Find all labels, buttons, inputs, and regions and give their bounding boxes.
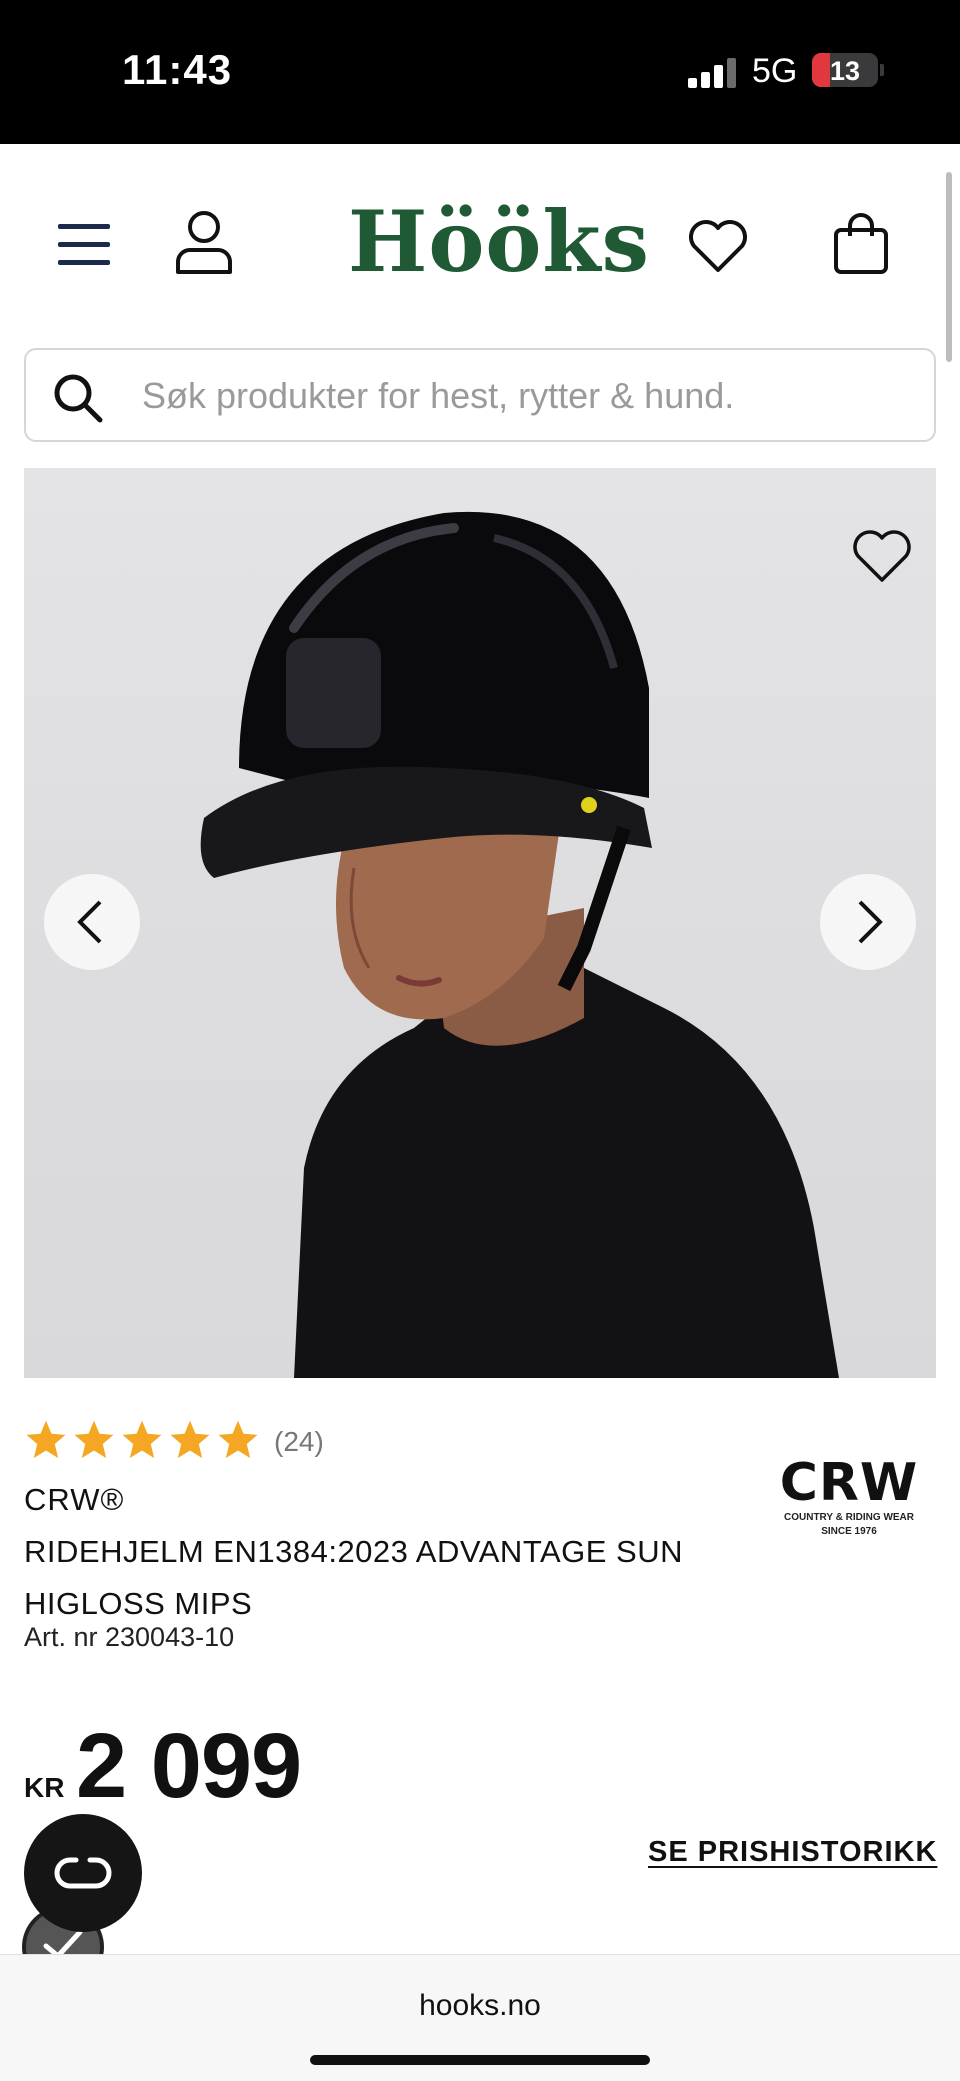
article-number: Art. nr 230043-10 [24, 1622, 235, 1652]
price-history-link[interactable]: SE PRISHISTORIKK [648, 1836, 937, 1869]
brand-logo[interactable]: CRW COUNTRY & RIDING WEAR SINCE 1976 [776, 1455, 922, 1551]
star-icon [122, 1420, 162, 1458]
brand-logo-tagline: COUNTRY & RIDING WEAR [784, 1512, 914, 1523]
chat-bubble-icon [54, 1857, 112, 1889]
hamburger-icon[interactable] [56, 222, 112, 268]
next-image-button[interactable] [820, 874, 916, 970]
status-time: 11:43 [122, 46, 233, 93]
home-indicator[interactable] [310, 2055, 650, 2065]
battery-cap [880, 64, 884, 76]
shopping-bag-icon[interactable] [832, 212, 890, 276]
review-count[interactable]: (24) [274, 1426, 324, 1458]
price-currency: KR [24, 1772, 65, 1803]
url-text[interactable]: hooks.no [0, 1989, 960, 2023]
browser-address-bar[interactable]: hooks.no [0, 1954, 960, 2081]
product-photo [200, 511, 839, 1378]
signal-icon [688, 56, 736, 88]
battery-level: 13 [829, 56, 861, 86]
star-icon [74, 1420, 114, 1458]
product-title: RIDEHJELM EN1384:2023 ADVANTAGE SUN HIGL… [24, 1534, 683, 1621]
product-image[interactable] [24, 468, 936, 1378]
chat-button[interactable] [24, 1814, 142, 1932]
status-bar: 11:43 5G 13 [0, 0, 960, 144]
star-icon [170, 1420, 210, 1458]
brand-logo-since: SINCE 1976 [821, 1526, 877, 1537]
search-icon [54, 374, 103, 423]
search-bar[interactable]: Søk produkter for hest, rytter & hund. [24, 348, 936, 442]
heart-icon[interactable] [686, 218, 750, 274]
price-value: 2 099 [76, 1715, 302, 1817]
search-input[interactable]: Søk produkter for hest, rytter & hund. [142, 375, 734, 417]
user-icon[interactable] [174, 210, 234, 276]
site-header: Hööks [0, 144, 960, 344]
product-brand[interactable]: CRW® [24, 1482, 124, 1518]
network-type: 5G [752, 52, 798, 90]
star-icon [26, 1420, 66, 1458]
star-icon [218, 1420, 258, 1458]
site-logo[interactable]: Hööks [348, 192, 649, 291]
chevron-right-icon [858, 900, 883, 944]
previous-image-button[interactable] [44, 874, 140, 970]
favorite-heart-icon[interactable] [850, 526, 914, 584]
brand-logo-mark: CRW [779, 1453, 919, 1513]
battery-icon: 13 [812, 53, 878, 87]
chevron-left-icon [77, 900, 102, 944]
